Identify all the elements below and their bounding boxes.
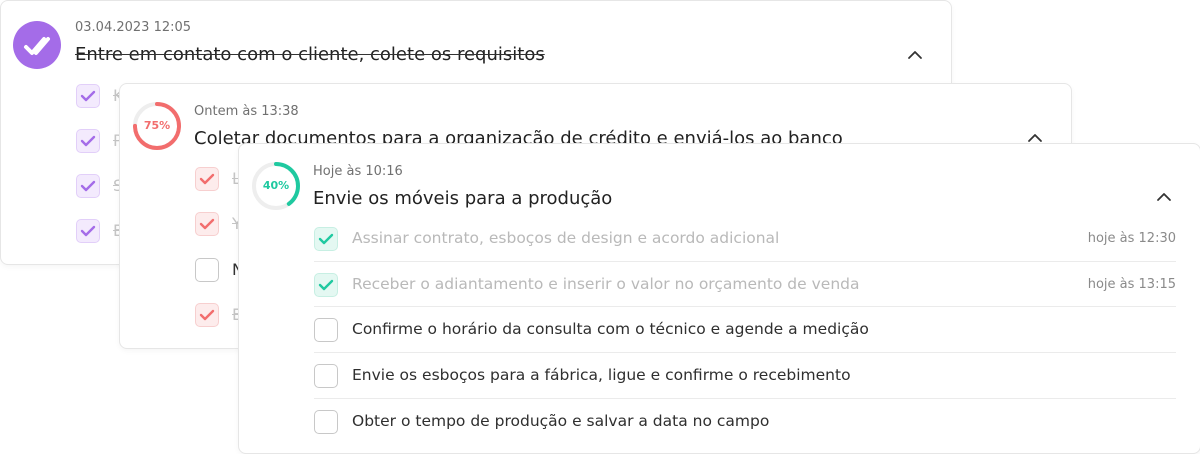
subtask-checkbox[interactable] — [76, 174, 100, 198]
task-row[interactable]: Receber o adiantamento e inserir o valor… — [239, 262, 1200, 308]
completed-avatar — [13, 21, 61, 69]
card-title: Envie os móveis para a produção — [313, 188, 613, 209]
task-label: Envie os esboços para a fábrica, ligue e… — [352, 366, 851, 384]
chevron-up-icon[interactable] — [904, 44, 926, 66]
task-label: Confirme o horário da consulta com o téc… — [352, 320, 869, 338]
check-icon — [80, 225, 96, 237]
check-icon — [80, 180, 96, 192]
task-label: Obter o tempo de produção e salvar a dat… — [352, 412, 770, 430]
subtask-checkbox[interactable] — [195, 167, 219, 191]
task-checkbox[interactable] — [314, 273, 338, 297]
progress-ring: 75% — [132, 101, 182, 151]
task-time: hoje às 12:30 — [1087, 231, 1176, 246]
card-title: Entre em contato com o cliente, colete o… — [75, 44, 545, 65]
task-checkbox[interactable] — [314, 364, 338, 388]
task-row[interactable]: Envie os esboços para a fábrica, ligue e… — [239, 353, 1200, 399]
task-checkbox[interactable] — [314, 227, 338, 251]
progress-ring: 40% — [251, 161, 301, 211]
subtask-checkbox[interactable] — [76, 129, 100, 153]
task-checkbox[interactable] — [314, 318, 338, 342]
task-time: hoje às 13:15 — [1087, 277, 1176, 292]
check-icon — [80, 135, 96, 147]
card-timestamp: Ontem às 13:38 — [194, 104, 299, 119]
check-icon — [318, 279, 334, 291]
check-icon — [318, 233, 334, 245]
check-icon — [199, 173, 215, 185]
subtask-checkbox[interactable] — [76, 84, 100, 108]
check-icon — [80, 90, 96, 102]
card-timestamp: Hoje às 10:16 — [313, 164, 403, 179]
subtask-checkbox[interactable] — [195, 258, 219, 282]
subtask-checkbox[interactable] — [76, 219, 100, 243]
task-row[interactable]: Assinar contrato, esboços de design e ac… — [239, 216, 1200, 262]
task-checkbox[interactable] — [314, 410, 338, 434]
check-icon — [199, 218, 215, 230]
subtask-checkbox[interactable] — [195, 212, 219, 236]
task-row[interactable]: Obter o tempo de produção e salvar a dat… — [239, 399, 1200, 445]
card-timestamp: 03.04.2023 12:05 — [75, 20, 192, 35]
chevron-up-icon[interactable] — [1153, 186, 1175, 208]
task-card-send-furniture: 40% Hoje às 10:16 Envie os móveis para a… — [238, 143, 1200, 454]
progress-percent: 40% — [262, 179, 290, 192]
check-icon — [199, 309, 215, 321]
task-label: Receber o adiantamento e inserir o valor… — [352, 275, 860, 293]
subtask-checkbox[interactable] — [195, 303, 219, 327]
task-label: Assinar contrato, esboços de design e ac… — [352, 229, 780, 247]
progress-percent: 75% — [143, 119, 171, 132]
task-row[interactable]: Confirme o horário da consulta com o téc… — [239, 307, 1200, 353]
double-check-icon — [24, 37, 50, 55]
